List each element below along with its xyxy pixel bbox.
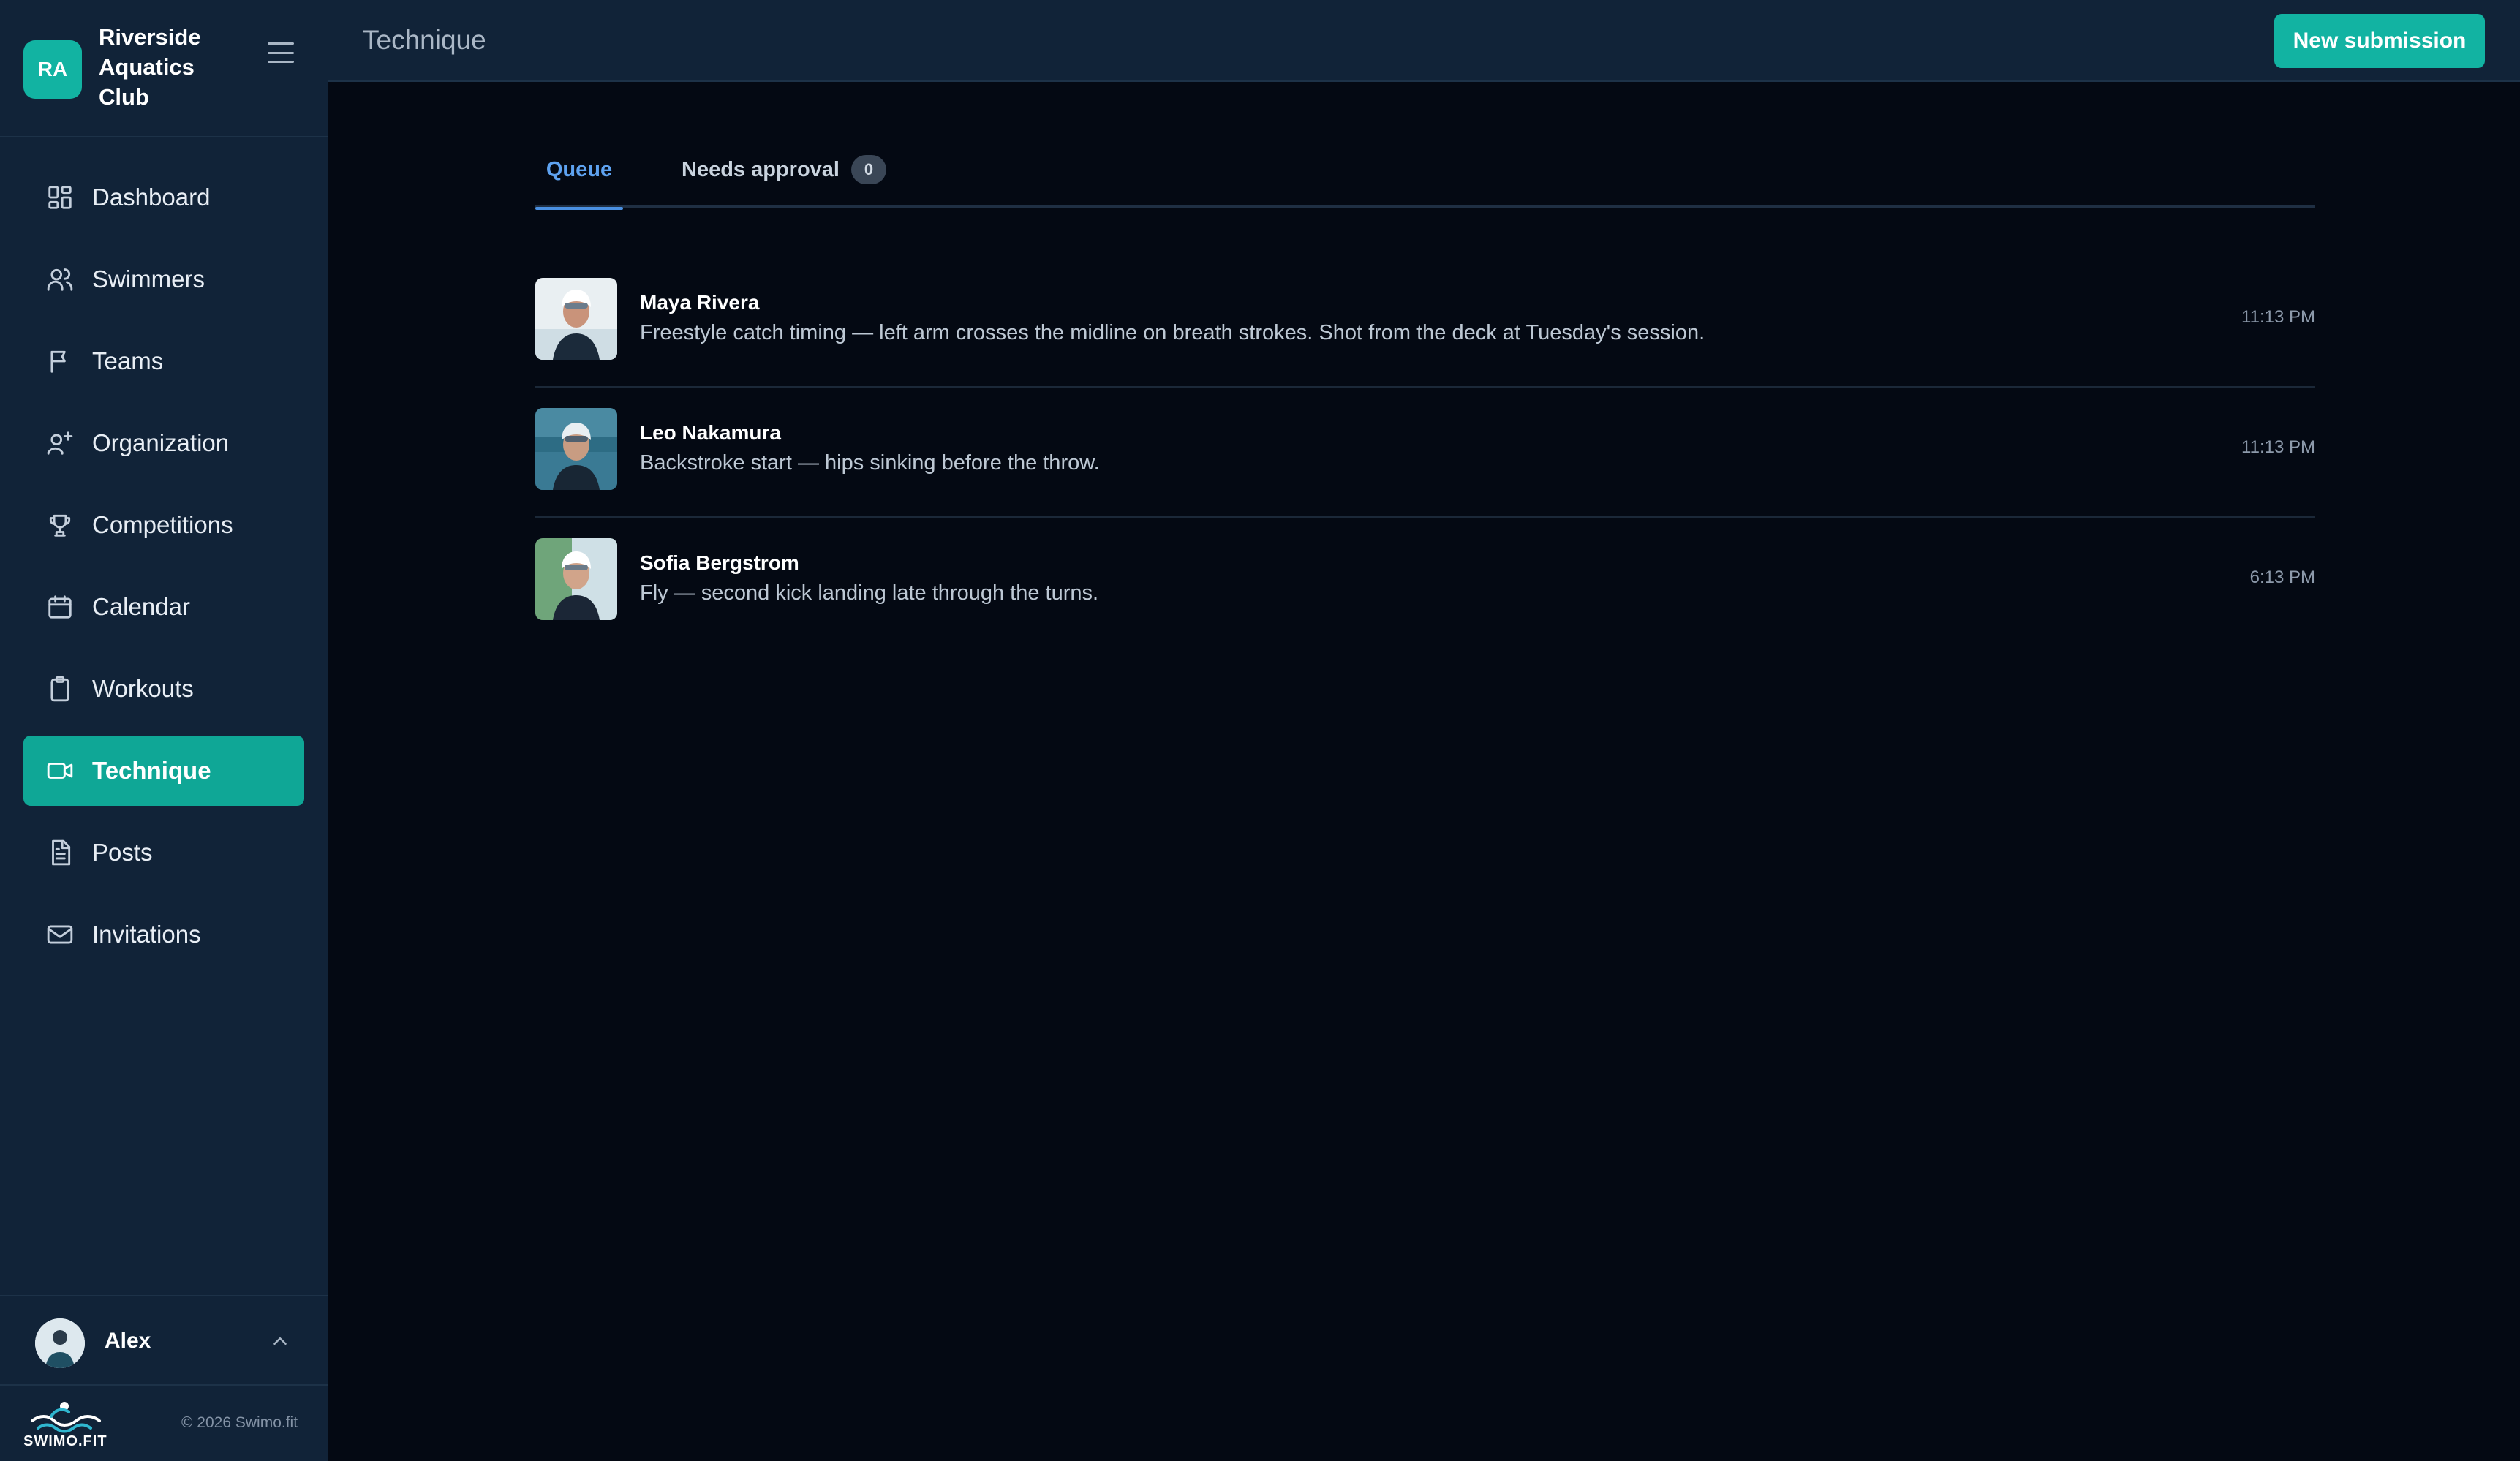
submission-time: 6:13 PM bbox=[2249, 567, 2315, 587]
swimmer-name: Sofia Bergstrom bbox=[640, 551, 799, 574]
club-name: Riverside Aquatics Club bbox=[99, 24, 201, 110]
sidebar-item-posts[interactable]: Posts bbox=[23, 818, 304, 888]
page-title: Technique bbox=[363, 25, 486, 55]
submission-description: Fly — second kick landing late through t… bbox=[640, 581, 1099, 605]
footer-logo-text: SWIMO.FIT bbox=[23, 1433, 107, 1449]
sidebar-item-teams[interactable]: Teams bbox=[23, 326, 304, 396]
sidebar-item-label: Competitions bbox=[92, 511, 233, 538]
clipboard-icon bbox=[45, 674, 75, 703]
sidebar-item-competitions[interactable]: Competitions bbox=[23, 490, 304, 560]
sidebar-item-label: Organization bbox=[92, 429, 230, 456]
sidebar-item-calendar[interactable]: Calendar bbox=[23, 572, 304, 642]
tab-needs-approval[interactable]: Needs approval 0 bbox=[682, 132, 886, 208]
swimmer-thumbnail bbox=[535, 278, 617, 360]
sidebar-item-label: Swimmers bbox=[92, 265, 205, 292]
sidebar-nav: Dashboard Swimmers Teams Organization Co… bbox=[23, 162, 304, 981]
new-submission-button[interactable]: New submission bbox=[2274, 14, 2485, 68]
submission-description: Backstroke start — hips sinking before t… bbox=[640, 451, 1100, 475]
club-avatar[interactable]: RA bbox=[23, 40, 82, 99]
sidebar-item-technique[interactable]: Technique bbox=[23, 736, 304, 806]
swimmer-thumbnail bbox=[535, 408, 617, 490]
sidebar-item-organization[interactable]: Organization bbox=[23, 408, 304, 478]
sidebar: RA Riverside Aquatics Club Dashboard Swi… bbox=[0, 0, 328, 1461]
submission-time: 11:13 PM bbox=[2241, 307, 2315, 327]
swimmer-thumbnail bbox=[535, 538, 617, 620]
count-badge: 0 bbox=[850, 155, 886, 184]
sidebar-item-label: Dashboard bbox=[92, 184, 211, 211]
dashboard-icon bbox=[45, 183, 75, 212]
sidebar-item-label: Invitations bbox=[92, 921, 201, 948]
sidebar-item-label: Workouts bbox=[92, 675, 194, 702]
user-name: Alex bbox=[105, 1329, 151, 1353]
submission-description: Freestyle catch timing — left arm crosse… bbox=[640, 321, 1705, 344]
sidebar-item-workouts[interactable]: Workouts bbox=[23, 654, 304, 724]
sidebar-item-swimmers[interactable]: Swimmers bbox=[23, 244, 304, 314]
tab-label: Needs approval bbox=[682, 157, 840, 181]
user-plus-icon bbox=[45, 429, 75, 458]
calendar-icon bbox=[45, 592, 75, 622]
document-icon bbox=[45, 838, 75, 867]
sidebar-item-label: Posts bbox=[92, 839, 153, 866]
list-item[interactable]: Sofia Bergstrom Fly — second kick landin… bbox=[535, 518, 2315, 648]
trophy-icon bbox=[45, 510, 75, 540]
sidebar-item-label: Teams bbox=[92, 347, 164, 374]
video-icon bbox=[45, 756, 75, 785]
tab-queue[interactable]: Queue bbox=[535, 132, 623, 210]
sidebar-item-label: Technique bbox=[92, 757, 211, 784]
flag-icon bbox=[45, 347, 75, 376]
menu-icon[interactable] bbox=[268, 42, 294, 63]
list-item[interactable]: Leo Nakamura Backstroke start — hips sin… bbox=[535, 388, 2315, 518]
swimmer-name: Maya Rivera bbox=[640, 291, 760, 314]
avatar bbox=[35, 1318, 85, 1368]
brand-header: RA Riverside Aquatics Club bbox=[0, 0, 328, 137]
user-menu[interactable]: Alex bbox=[0, 1295, 328, 1386]
top-bar: Technique New submission bbox=[328, 0, 2520, 82]
tab-bar: Queue Needs approval 0 bbox=[535, 132, 2315, 210]
swimmer-name: Leo Nakamura bbox=[640, 421, 781, 444]
tab-label: Queue bbox=[546, 157, 613, 181]
copyright-text: © 2026 Swimo.fit bbox=[181, 1414, 298, 1431]
chevron-up-icon[interactable] bbox=[269, 1330, 291, 1352]
submission-list: Maya Rivera Freestyle catch timing — lef… bbox=[535, 257, 2315, 648]
submission-time: 11:13 PM bbox=[2241, 437, 2315, 457]
sidebar-item-label: Calendar bbox=[92, 593, 190, 620]
users-icon bbox=[45, 265, 75, 294]
mail-icon bbox=[45, 920, 75, 949]
list-item[interactable]: Maya Rivera Freestyle catch timing — lef… bbox=[535, 257, 2315, 388]
sidebar-item-invitations[interactable]: Invitations bbox=[23, 899, 304, 970]
sidebar-item-dashboard[interactable]: Dashboard bbox=[23, 162, 304, 233]
